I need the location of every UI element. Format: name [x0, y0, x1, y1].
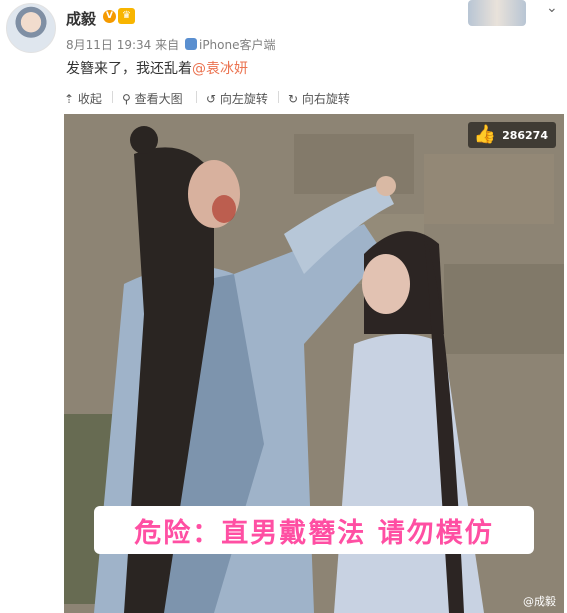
- collapse-label: 收起: [77, 92, 102, 106]
- like-count: 286274: [502, 128, 548, 142]
- phone-icon: [184, 38, 197, 50]
- rotate-right-icon: ↻: [288, 92, 299, 106]
- image-watermark: @成毅: [523, 595, 556, 608]
- search-icon: ⚲: [122, 92, 131, 106]
- post-body: 发簪来了，我还乱着: [66, 61, 192, 77]
- post-image[interactable]: 👍 286274 危险：直男戴簪法 请勿模仿 @成毅: [64, 114, 564, 613]
- image-toolbar: ⇡ 收起 ⚲ 查看大图 ↺ 向左旋转 ↻ 向右旋转: [64, 86, 564, 108]
- image-caption: 危险：直男戴簪法 请勿模仿: [94, 506, 534, 554]
- arrow-up-icon: ⇡: [64, 92, 75, 106]
- post-date[interactable]: 8月11日 19:34: [66, 38, 151, 52]
- like-counter[interactable]: 👍 286274: [467, 122, 556, 148]
- view-large-button[interactable]: ⚲ 查看大图: [122, 90, 183, 107]
- thumbs-up-icon: 👍: [473, 124, 497, 145]
- post-meta: 8月11日 19:34 来自 iPhone客户端: [66, 36, 276, 53]
- chevron-down-icon[interactable]: ⌄: [546, 0, 558, 16]
- rotate-left-label: 向左旋转: [219, 92, 268, 106]
- rotate-left-button[interactable]: ↺ 向左旋转: [206, 90, 268, 107]
- view-large-label: 查看大图: [134, 92, 183, 106]
- current-user-avatar[interactable]: [468, 0, 526, 26]
- author-avatar[interactable]: [6, 3, 56, 53]
- rotate-right-label: 向右旋转: [301, 92, 350, 106]
- rotate-right-button[interactable]: ↻ 向右旋转: [288, 90, 350, 107]
- crown-badge-icon: ♛: [118, 8, 135, 24]
- author-name[interactable]: 成毅: [66, 8, 96, 29]
- rotate-left-icon: ↺: [206, 92, 217, 106]
- verified-badge-icon: V: [103, 10, 116, 23]
- post-device[interactable]: iPhone客户端: [199, 38, 276, 52]
- toolbar-separator: [278, 91, 279, 103]
- from-prefix: 来自: [155, 38, 180, 52]
- mention-link[interactable]: @袁冰妍: [192, 61, 248, 77]
- collapse-button[interactable]: ⇡ 收起: [64, 90, 102, 107]
- toolbar-separator: [196, 91, 197, 103]
- post-text: 发簪来了，我还乱着@袁冰妍: [66, 58, 248, 78]
- toolbar-separator: [112, 91, 113, 103]
